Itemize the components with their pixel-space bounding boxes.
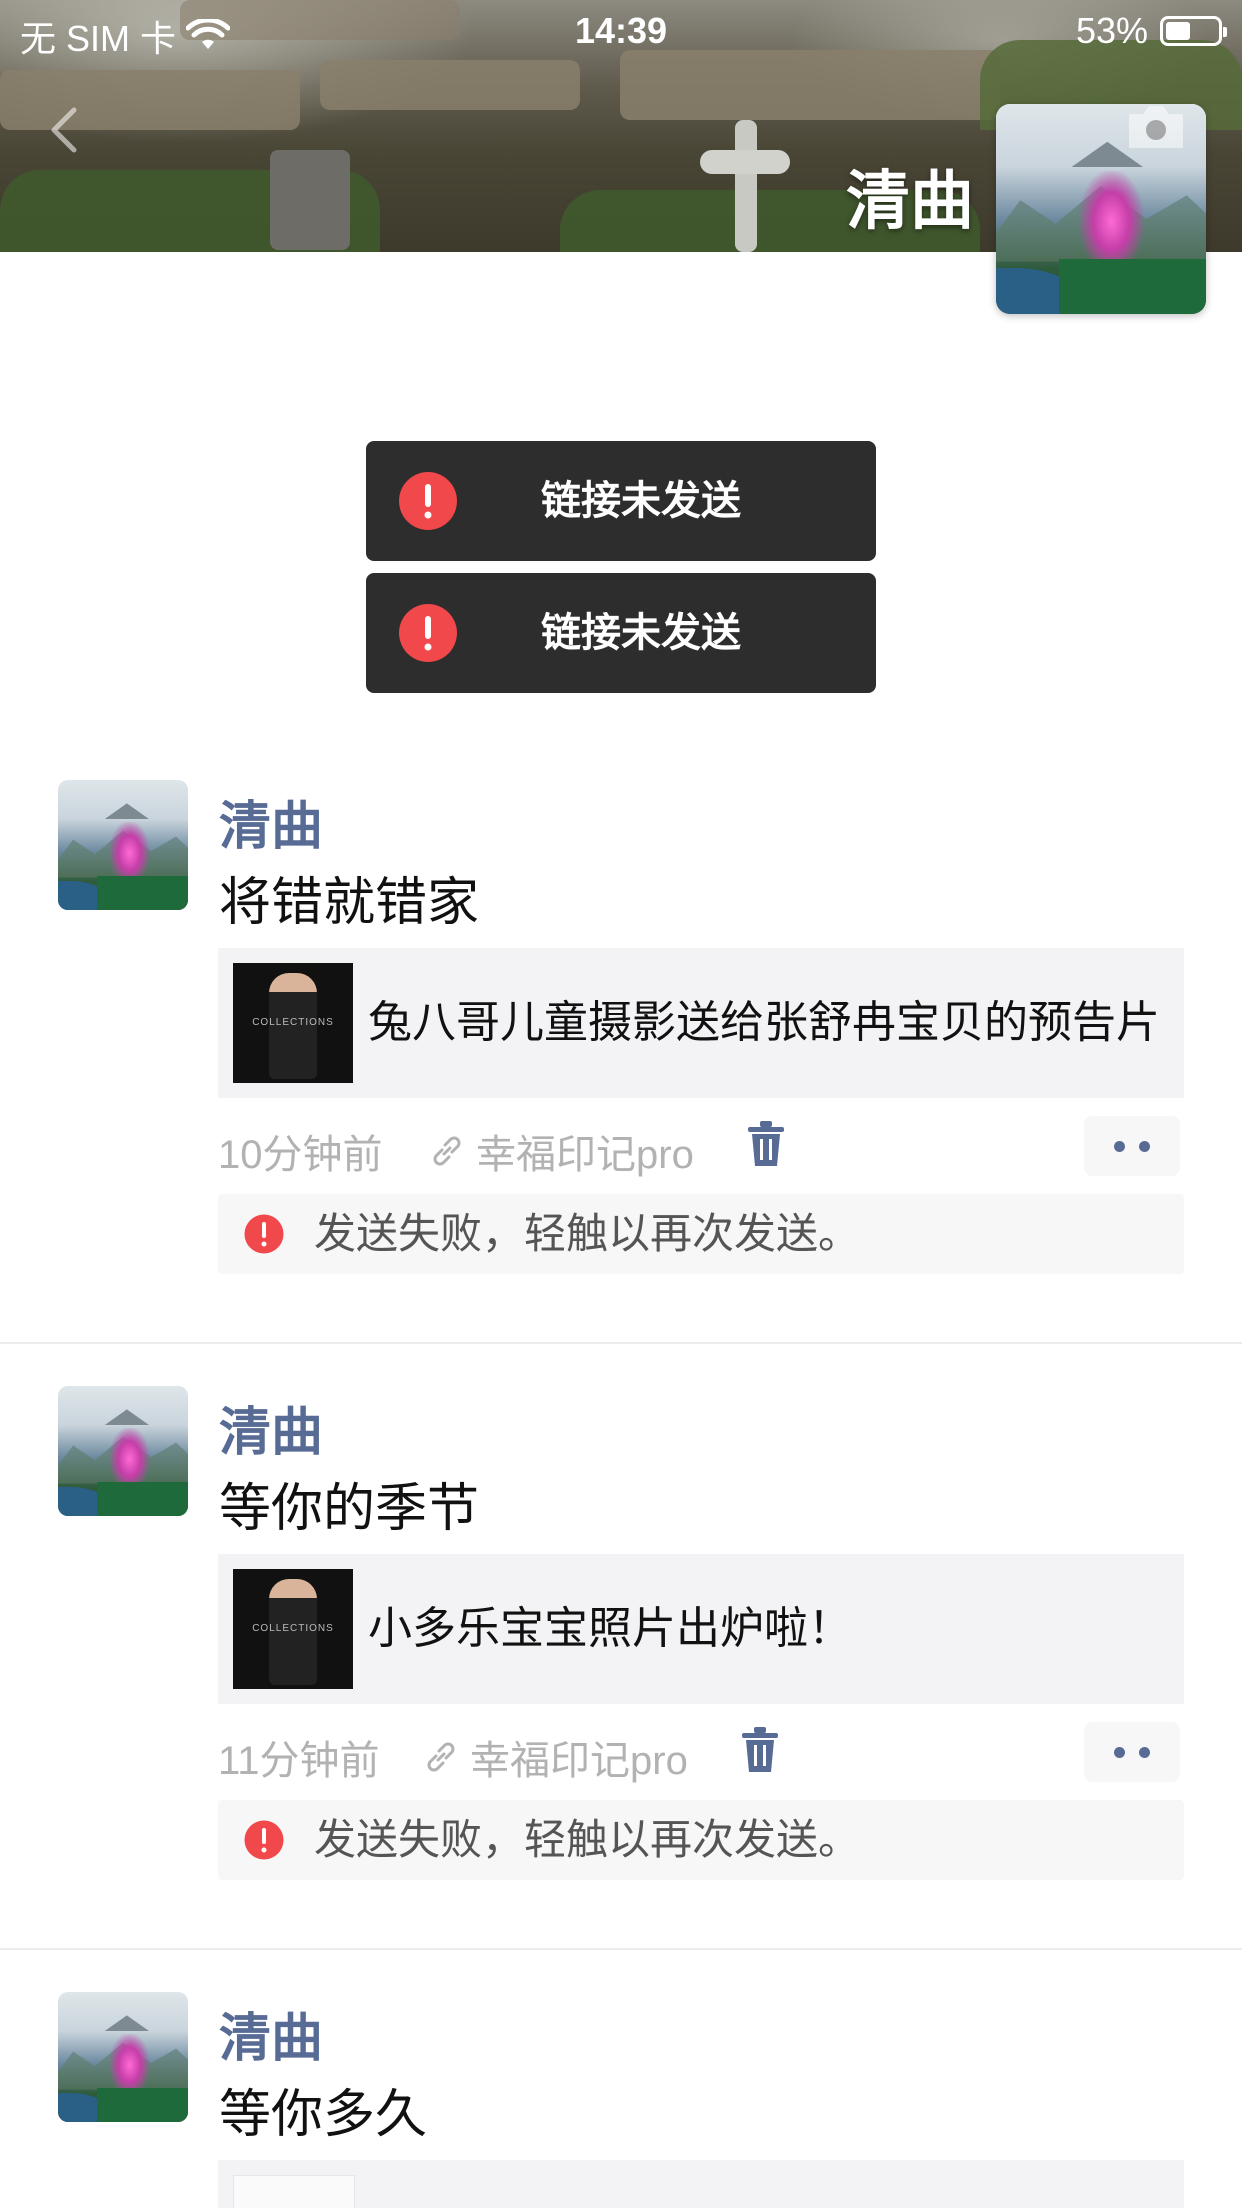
cover-user-name: 清曲 bbox=[846, 165, 974, 237]
link-card[interactable]: COLLECTIONS 小多乐宝宝照片出炉啦！ bbox=[218, 1554, 1184, 1704]
trash-icon[interactable] bbox=[746, 1120, 786, 1168]
more-icon bbox=[1114, 1747, 1125, 1758]
battery-percent: 53% bbox=[1075, 10, 1148, 51]
post-meta: 10分钟前 幸福印记pro bbox=[218, 1116, 1184, 1177]
toast-text: 链接未发送 bbox=[541, 611, 741, 655]
error-icon bbox=[244, 1214, 284, 1254]
toast-text: 链接未发送 bbox=[541, 479, 741, 523]
post-divider bbox=[0, 1342, 1242, 1344]
toast-link-not-sent: 链接未发送 bbox=[366, 573, 876, 693]
link-title: 小多乐宝宝照片出炉啦！ bbox=[368, 1604, 852, 1653]
moment-post: 清曲 等你多久 bbox=[0, 1992, 1242, 2208]
battery-icon bbox=[1160, 16, 1227, 46]
more-icon bbox=[1114, 1141, 1125, 1152]
link-thumbnail: COLLECTIONS bbox=[233, 963, 353, 1083]
post-source[interactable]: 幸福印记pro bbox=[422, 1728, 688, 1786]
send-failed-bar[interactable]: 发送失败，轻触以再次发送。 bbox=[218, 1800, 1184, 1880]
avatar[interactable] bbox=[58, 1992, 188, 2122]
send-failed-bar[interactable]: 发送失败，轻触以再次发送。 bbox=[218, 1194, 1184, 1274]
avatar[interactable] bbox=[58, 780, 188, 910]
link-icon bbox=[433, 1136, 461, 1166]
status-bar: 无 SIM 卡 14:39 53% bbox=[0, 0, 1242, 62]
thumbnail-caption: COLLECTIONS bbox=[252, 1017, 334, 1028]
trash-icon[interactable] bbox=[740, 1726, 780, 1774]
toast-link-not-sent: 链接未发送 bbox=[366, 441, 876, 561]
post-author[interactable]: 清曲 bbox=[219, 1996, 323, 2071]
post-author[interactable]: 清曲 bbox=[219, 1390, 323, 1465]
post-source-label: 幸福印记pro bbox=[470, 1739, 688, 1783]
send-failed-text: 发送失败，轻触以再次发送。 bbox=[314, 1210, 861, 1257]
post-author[interactable]: 清曲 bbox=[219, 784, 323, 859]
link-card[interactable]: COLLECTIONS 兔八哥儿童摄影送给张舒冉宝贝的预告片 bbox=[218, 948, 1184, 1098]
post-divider bbox=[0, 1948, 1242, 1950]
moment-post: 清曲 等你的季节 COLLECTIONS 小多乐宝宝照片出炉啦！ 11分钟前 幸… bbox=[0, 1386, 1242, 1896]
post-text: 将错就错家 bbox=[219, 874, 480, 932]
post-source-label: 幸福印记pro bbox=[476, 1133, 694, 1177]
link-thumbnail: COLLECTIONS bbox=[233, 1569, 353, 1689]
camera-icon[interactable] bbox=[1125, 100, 1187, 152]
back-icon[interactable] bbox=[40, 100, 90, 160]
post-source[interactable]: 幸福印记pro bbox=[428, 1122, 694, 1180]
post-time: 10分钟前 bbox=[218, 1133, 383, 1177]
link-card[interactable] bbox=[218, 2160, 1184, 2208]
more-button[interactable] bbox=[1084, 1722, 1180, 1782]
clock: 14:39 bbox=[574, 10, 668, 51]
link-thumbnail bbox=[233, 2175, 355, 2208]
post-text: 等你多久 bbox=[219, 2086, 428, 2144]
link-icon bbox=[427, 1742, 455, 1772]
moment-post: 清曲 将错就错家 COLLECTIONS 兔八哥儿童摄影送给张舒冉宝贝的预告片 … bbox=[0, 780, 1242, 1290]
error-icon bbox=[244, 1820, 284, 1860]
post-text: 等你的季节 bbox=[219, 1480, 480, 1538]
avatar[interactable] bbox=[58, 1386, 188, 1516]
post-time: 11分钟前 bbox=[218, 1739, 380, 1783]
send-failed-text: 发送失败，轻触以再次发送。 bbox=[314, 1816, 861, 1863]
post-meta: 11分钟前 幸福印记pro bbox=[218, 1722, 1184, 1783]
link-title: 兔八哥儿童摄影送给张舒冉宝贝的预告片 bbox=[368, 998, 1160, 1047]
thumbnail-caption: COLLECTIONS bbox=[252, 1623, 334, 1634]
more-button[interactable] bbox=[1084, 1116, 1180, 1176]
